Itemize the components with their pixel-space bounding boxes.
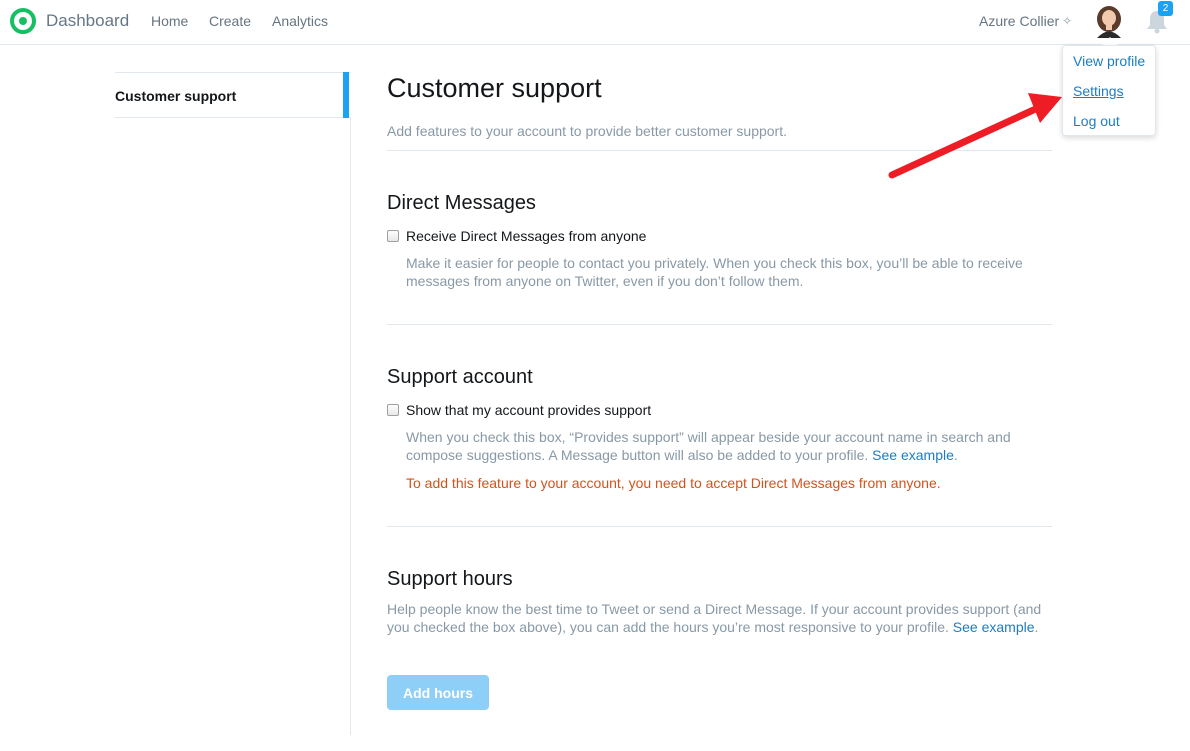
sidebar-item-customer-support[interactable]: Customer support	[115, 72, 351, 118]
support-account-warning: To add this feature to your account, you…	[406, 475, 941, 491]
page-title: Customer support	[387, 73, 602, 103]
direct-messages-heading: Direct Messages	[387, 192, 536, 214]
support-hours-help-body: Help people know the best time to Tweet …	[387, 601, 1042, 635]
view-profile-menu-item[interactable]: View profile	[1073, 53, 1145, 69]
sidebar-divider	[350, 118, 351, 735]
direct-messages-checkbox-row[interactable]: Receive Direct Messages from anyone	[387, 228, 646, 244]
brand[interactable]: Dashboard	[10, 8, 129, 34]
username-label: Azure Collier	[979, 13, 1060, 29]
divider	[387, 324, 1052, 325]
nav-analytics-link[interactable]: Analytics	[272, 13, 328, 29]
account-switcher[interactable]: Azure Collier ✧	[979, 13, 1072, 29]
sparkle-icon: ✧	[1062, 14, 1073, 28]
direct-messages-help-text: Make it easier for people to contact you…	[406, 255, 1023, 289]
support-hours-help-text: Help people know the best time to Tweet …	[387, 600, 1042, 636]
add-hours-button[interactable]: Add hours	[387, 675, 489, 710]
notification-count-badge: 2	[1158, 1, 1173, 16]
support-account-checkbox-label: Show that my account provides support	[406, 402, 652, 418]
nav-home-link[interactable]: Home	[151, 13, 188, 29]
sidebar-item-label: Customer support	[115, 88, 237, 104]
support-account-help-text: When you check this box, “Provides suppo…	[406, 428, 1036, 464]
nav-create-link[interactable]: Create	[209, 13, 251, 29]
support-account-checkbox[interactable]	[387, 404, 399, 416]
support-account-heading: Support account	[387, 366, 533, 388]
settings-menu-item[interactable]: Settings	[1073, 83, 1124, 99]
avatar[interactable]	[1094, 5, 1124, 38]
sidebar-active-indicator	[343, 72, 349, 118]
page-subtitle: Add features to your account to provide …	[387, 123, 787, 139]
dashboard-logo-icon	[10, 8, 36, 34]
top-navigation-bar: Dashboard Home Create Analytics Azure Co…	[0, 0, 1190, 45]
support-account-see-example-link[interactable]: See example	[872, 447, 954, 463]
support-account-help-end: .	[953, 447, 958, 463]
support-hours-heading: Support hours	[387, 568, 513, 590]
support-hours-help-end: .	[1034, 619, 1039, 635]
brand-name: Dashboard	[46, 11, 130, 30]
divider	[387, 526, 1052, 527]
account-dropdown-menu: View profile Settings Log out	[1062, 45, 1156, 136]
direct-messages-checkbox[interactable]	[387, 230, 399, 242]
direct-messages-checkbox-label: Receive Direct Messages from anyone	[406, 228, 647, 244]
support-account-checkbox-row[interactable]: Show that my account provides support	[387, 402, 651, 418]
log-out-menu-item[interactable]: Log out	[1073, 113, 1120, 129]
annotation-arrow-icon	[888, 93, 1062, 179]
dropdown-caret	[1102, 37, 1118, 45]
support-hours-see-example-link[interactable]: See example	[953, 619, 1035, 635]
